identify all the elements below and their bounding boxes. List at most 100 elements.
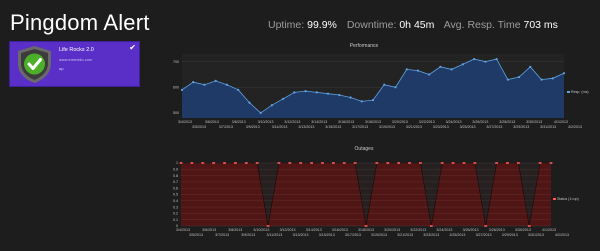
y-tick-label: 0.2 xyxy=(173,212,178,216)
x-tick-label: 4/2/2013 xyxy=(555,233,569,237)
data-point xyxy=(331,162,335,164)
data-point xyxy=(349,96,352,99)
data-point xyxy=(342,162,346,164)
x-tick-label: 3/21/2013 xyxy=(406,125,422,129)
x-tick-label: 3/15/2013 xyxy=(325,125,341,129)
x-tick-label: 3/22/2013 xyxy=(410,228,426,232)
y-tick-label: 0.1 xyxy=(173,218,178,222)
x-tick-label: 3/19/2013 xyxy=(379,125,395,129)
x-tick-label: 3/5/2013 xyxy=(192,125,206,129)
x-tick-label: 3/19/2013 xyxy=(371,233,387,237)
data-point xyxy=(225,83,229,86)
x-tick-label: 3/8/2013 xyxy=(228,228,242,232)
x-tick-label: 3/13/2013 xyxy=(298,125,314,129)
x-tick-label: 3/24/2013 xyxy=(446,120,462,124)
data-point xyxy=(375,162,379,164)
x-tick-label: 3/26/2013 xyxy=(463,228,479,232)
data-point xyxy=(506,162,509,164)
data-point xyxy=(353,162,357,164)
data-point xyxy=(180,88,184,91)
y-tick-label: 0.3 xyxy=(173,205,178,209)
data-point xyxy=(293,91,296,94)
x-tick-label: 3/6/2013 xyxy=(205,120,219,124)
data-point xyxy=(282,97,285,100)
data-point xyxy=(203,83,206,86)
data-point xyxy=(212,162,216,164)
x-tick-label: 3/7/2013 xyxy=(219,125,233,129)
data-point xyxy=(495,162,498,164)
data-point xyxy=(223,162,226,164)
data-point xyxy=(237,88,240,91)
x-tick-label: 3/29/2013 xyxy=(513,125,529,129)
x-tick-label: 3/12/2013 xyxy=(284,120,300,124)
data-point xyxy=(473,58,476,61)
data-point xyxy=(440,162,444,164)
x-tick-label: 4/1/2013 xyxy=(554,120,568,124)
data-point xyxy=(394,86,397,89)
x-tick-label: 3/17/2013 xyxy=(352,125,368,129)
data-point xyxy=(516,162,520,164)
data-point xyxy=(538,162,542,164)
data-point xyxy=(429,225,433,227)
x-tick-label: 3/25/2013 xyxy=(449,233,465,237)
x-tick-label: 3/18/2013 xyxy=(358,228,374,232)
x-tick-label: 3/13/2013 xyxy=(293,233,309,237)
data-point xyxy=(450,68,453,71)
y-tick-label: 600 xyxy=(173,85,179,89)
y-tick-label: 0.4 xyxy=(173,199,178,203)
data-point xyxy=(179,162,183,164)
legend-label: Status (1=up) xyxy=(557,197,579,201)
data-point xyxy=(517,75,521,79)
x-tick-label: 3/28/2013 xyxy=(489,228,505,232)
data-point xyxy=(495,58,498,61)
x-tick-label: 3/4/2013 xyxy=(178,120,192,124)
data-point xyxy=(419,162,422,164)
x-tick-label: 3/15/2013 xyxy=(319,233,335,237)
y-tick-label: 500 xyxy=(173,111,179,115)
data-point xyxy=(234,162,237,164)
data-point xyxy=(428,73,431,76)
y-tick-label: 1 xyxy=(176,161,178,165)
data-point xyxy=(562,72,566,75)
y-tick-label: 0.6 xyxy=(173,186,178,190)
data-point xyxy=(439,65,442,68)
data-point xyxy=(310,162,313,164)
data-point xyxy=(529,65,532,68)
outages-chart: 10.90.80.70.60.50.40.30.20.103/4/2013 3/6… xyxy=(173,161,579,237)
x-tick-label: 3/14/2013 xyxy=(311,120,327,124)
data-point xyxy=(405,68,408,71)
data-point xyxy=(416,69,420,72)
x-tick-label: 4/1/2013 xyxy=(542,228,556,232)
x-tick-label: 3/8/2013 xyxy=(232,120,246,124)
data-point xyxy=(462,162,466,164)
data-point xyxy=(527,225,531,227)
x-tick-label: 3/16/2013 xyxy=(332,228,348,232)
x-tick-label: 3/17/2013 xyxy=(345,233,361,237)
x-tick-label: 3/11/2013 xyxy=(272,125,288,129)
x-tick-label: 3/20/2013 xyxy=(384,228,400,232)
data-point xyxy=(473,162,477,164)
data-point xyxy=(192,81,195,84)
x-tick-label: 3/31/2013 xyxy=(540,125,556,129)
x-tick-label: 3/11/2013 xyxy=(267,233,283,237)
x-tick-label: 3/26/2013 xyxy=(472,120,488,124)
x-tick-label: 3/31/2013 xyxy=(528,233,544,237)
x-tick-label: 3/12/2013 xyxy=(280,228,296,232)
data-point xyxy=(277,162,281,164)
data-point xyxy=(408,162,411,164)
data-point xyxy=(506,78,509,81)
data-point xyxy=(326,92,330,95)
data-point xyxy=(266,225,270,227)
data-point xyxy=(484,225,488,227)
data-point xyxy=(214,79,217,82)
data-point xyxy=(321,162,324,164)
data-point xyxy=(288,162,292,164)
x-tick-label: 3/16/2013 xyxy=(338,120,354,124)
data-point xyxy=(397,162,401,164)
x-tick-label: 3/9/2013 xyxy=(246,125,260,129)
x-tick-label: 3/14/2013 xyxy=(306,228,322,232)
x-tick-label: 3/10/2013 xyxy=(258,120,274,124)
y-tick-label: 0.9 xyxy=(173,168,178,172)
data-point xyxy=(248,101,251,104)
data-point xyxy=(451,162,455,164)
